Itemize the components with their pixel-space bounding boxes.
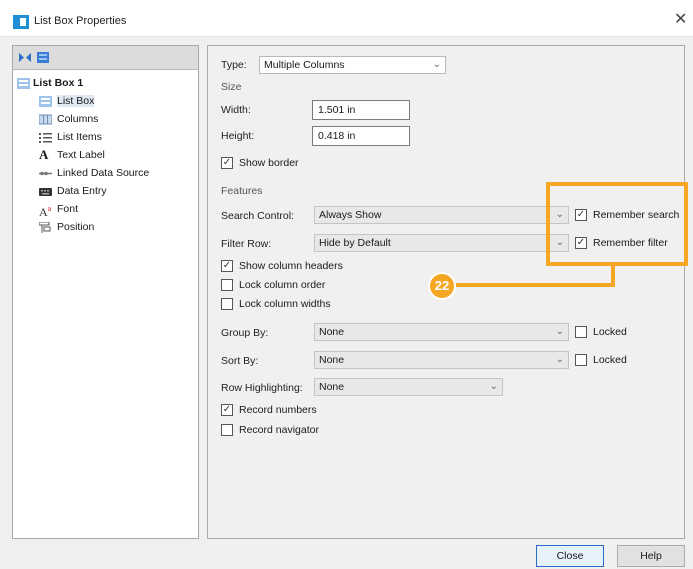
- sort-locked-check[interactable]: [575, 353, 587, 366]
- tree-item-text-label[interactable]: A Text Label: [13, 146, 198, 164]
- tree-panel: List Box 1 List Box Columns List Items A…: [12, 45, 199, 539]
- filter-row-label: Filter Row:: [221, 238, 272, 250]
- width-field[interactable]: 1.501 in: [312, 100, 410, 120]
- record-navigator-check[interactable]: [221, 423, 233, 436]
- close-button[interactable]: Close: [536, 545, 604, 567]
- listbox-icon: [39, 96, 52, 107]
- window-title: List Box Properties: [34, 15, 127, 27]
- show-headers-check[interactable]: ✓: [221, 259, 233, 272]
- record-numbers-checkbox[interactable]: ✓ Record numbers: [221, 403, 317, 418]
- app-icon: [13, 15, 29, 29]
- row-highlighting-select[interactable]: None ⌄: [314, 378, 503, 396]
- chevron-down-icon: ⌄: [555, 354, 564, 365]
- tree-item-font[interactable]: Aa Font: [13, 200, 198, 219]
- sort-by-label: Sort By:: [221, 355, 259, 367]
- tree-toolbar: [13, 46, 198, 70]
- group-by-label: Group By:: [221, 327, 269, 339]
- width-label: Width:: [221, 104, 251, 116]
- property-tree: List Box 1 List Box Columns List Items A…: [13, 70, 198, 236]
- callout-connector-horizontal: [445, 283, 614, 287]
- show-border-check[interactable]: ✓: [221, 156, 233, 169]
- show-border-checkbox[interactable]: ✓ Show border: [221, 156, 299, 171]
- callout-badge: 22: [428, 272, 456, 300]
- text-label-icon: A: [39, 147, 49, 162]
- search-control-label: Search Control:: [221, 210, 294, 222]
- tree-item-position[interactable]: Position: [13, 218, 198, 236]
- close-icon[interactable]: ✕: [674, 12, 687, 28]
- dialog-body: List Box 1 List Box Columns List Items A…: [0, 36, 693, 569]
- data-entry-icon: [39, 188, 52, 196]
- tree-item-list-box[interactable]: List Box: [13, 92, 198, 110]
- list-box-node-icon: [17, 78, 30, 89]
- font-icon: Aa: [39, 204, 52, 219]
- chevron-down-icon: ⌄: [489, 381, 498, 392]
- lock-column-order-checkbox[interactable]: Lock column order: [221, 278, 325, 293]
- size-section-label: Size: [221, 81, 242, 93]
- show-column-headers-checkbox[interactable]: ✓ Show column headers: [221, 259, 343, 274]
- type-label: Type:: [221, 59, 247, 71]
- group-locked-checkbox[interactable]: Locked: [575, 325, 627, 340]
- group-locked-check[interactable]: [575, 325, 587, 338]
- expand-collapse-icon[interactable]: [18, 51, 32, 64]
- chevron-down-icon: ⌄: [432, 59, 441, 70]
- list-items-icon: [39, 133, 52, 143]
- callout-highlight-box: [546, 182, 688, 266]
- lock-column-widths-checkbox[interactable]: Lock column widths: [221, 297, 331, 312]
- features-section-label: Features: [221, 185, 263, 197]
- tree-item-columns[interactable]: Columns: [13, 110, 198, 128]
- height-label: Height:: [221, 130, 255, 142]
- help-button[interactable]: Help: [617, 545, 685, 567]
- lock-widths-check[interactable]: [221, 297, 233, 310]
- tree-item-data-entry[interactable]: Data Entry: [13, 182, 198, 200]
- position-icon: [39, 222, 51, 233]
- group-by-select[interactable]: None ⌄: [314, 323, 569, 341]
- properties-icon[interactable]: [36, 51, 50, 64]
- record-navigator-checkbox[interactable]: Record navigator: [221, 423, 319, 438]
- tree-item-list-items[interactable]: List Items: [13, 128, 198, 146]
- tree-root-list-box-1[interactable]: List Box 1: [13, 74, 198, 92]
- sort-locked-checkbox[interactable]: Locked: [575, 353, 627, 368]
- tree-item-linked-data-source[interactable]: Linked Data Source: [13, 164, 198, 182]
- filter-row-select[interactable]: Hide by Default ⌄: [314, 234, 569, 252]
- sort-by-select[interactable]: None ⌄: [314, 351, 569, 369]
- record-numbers-check[interactable]: ✓: [221, 403, 233, 416]
- height-field[interactable]: 0.418 in: [312, 126, 410, 146]
- columns-icon: [39, 114, 52, 125]
- chevron-down-icon: ⌄: [555, 326, 564, 337]
- title-bar: List Box Properties ✕: [0, 0, 693, 36]
- link-icon: [39, 171, 52, 176]
- lock-order-check[interactable]: [221, 278, 233, 291]
- type-select[interactable]: Multiple Columns ⌄: [259, 56, 446, 74]
- search-control-select[interactable]: Always Show ⌄: [314, 206, 569, 224]
- row-highlighting-label: Row Highlighting:: [221, 382, 303, 394]
